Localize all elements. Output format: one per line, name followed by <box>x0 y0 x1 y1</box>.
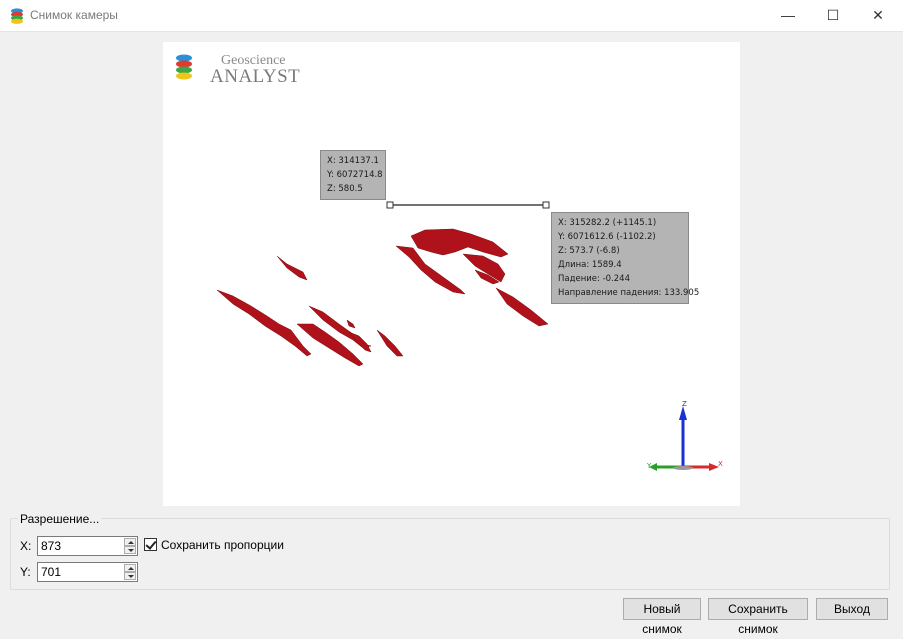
point-end-x: X: 315282.2 (+1145.1) <box>558 218 657 228</box>
point-start-y: Y: 6072714.8 <box>327 170 383 180</box>
exit-button[interactable]: Выход <box>816 598 888 620</box>
resolution-y-label: Y: <box>20 565 31 579</box>
keep-aspect-checkbox[interactable] <box>144 538 157 551</box>
resolution-x-stepper[interactable] <box>124 538 136 554</box>
resolution-x-label: X: <box>20 539 32 553</box>
ore-body-5 <box>495 287 549 327</box>
point-end-y: Y: 6071612.6 (-1102.2) <box>558 232 656 242</box>
point-end-z: Z: 573.7 (-6.8) <box>558 246 620 256</box>
save-snapshot-button[interactable]: Сохранить снимок <box>708 598 808 636</box>
minimize-button[interactable]: — <box>765 0 811 31</box>
camera-viewport[interactable]: Geoscience Analyst <box>163 42 740 506</box>
resolution-group-label: Разрешение... <box>18 512 102 526</box>
ore-body-10 <box>348 331 372 353</box>
ore-body-7 <box>216 289 312 357</box>
keep-aspect-label[interactable]: Сохранить пропорции <box>161 538 284 552</box>
ore-body-11 <box>376 329 404 357</box>
ore-body-1 <box>410 228 509 258</box>
maximize-button[interactable]: ☐ <box>810 0 856 31</box>
measurement-dip: Падение: -0.244 <box>558 274 630 284</box>
measurement-handle-end <box>542 201 550 209</box>
ore-body-8 <box>296 323 364 367</box>
resolution-x-value[interactable]: 873 <box>41 539 61 553</box>
ore-body-12 <box>346 319 356 329</box>
new-snapshot-button[interactable]: Новый снимок <box>623 598 701 636</box>
resolution-x-input[interactable]: 873 <box>37 536 138 556</box>
resolution-y-decrement-icon[interactable] <box>124 572 136 580</box>
axis-triad-icon: Z X Y <box>646 400 723 471</box>
resolution-y-input[interactable]: 701 <box>37 562 138 582</box>
point-start-x: X: 314137.1 <box>327 156 379 166</box>
app-icon <box>11 8 23 24</box>
axis-z-label: Z <box>682 400 687 408</box>
resolution-y-increment-icon[interactable] <box>124 564 136 572</box>
point-start-z: Z: 580.5 <box>327 184 363 194</box>
close-button[interactable]: ✕ <box>855 0 901 31</box>
axis-x-label: X <box>718 460 723 468</box>
measurement-dip-direction: Направление падения: 133.905 <box>558 288 700 298</box>
resolution-x-increment-icon[interactable] <box>124 538 136 546</box>
point-start-tooltip: X: 314137.1 Y: 6072714.8 Z: 580.5 <box>320 150 386 200</box>
title-bar: Снимок камеры — ☐ ✕ <box>0 0 903 32</box>
resolution-y-stepper[interactable] <box>124 564 136 580</box>
axis-y-label: Y <box>646 462 652 470</box>
ore-body-2 <box>395 245 466 295</box>
ore-body-6 <box>276 255 308 281</box>
resolution-y-value[interactable]: 701 <box>41 565 61 579</box>
resolution-group <box>10 518 890 590</box>
measurement-handle-start <box>386 201 394 209</box>
ore-bodies <box>216 228 549 367</box>
window-title: Снимок камеры <box>30 8 118 22</box>
measurement-length: Длина: 1589.4 <box>558 260 622 270</box>
resolution-x-decrement-icon[interactable] <box>124 546 136 554</box>
point-end-tooltip: X: 315282.2 (+1145.1) Y: 6071612.6 (-110… <box>551 212 700 304</box>
